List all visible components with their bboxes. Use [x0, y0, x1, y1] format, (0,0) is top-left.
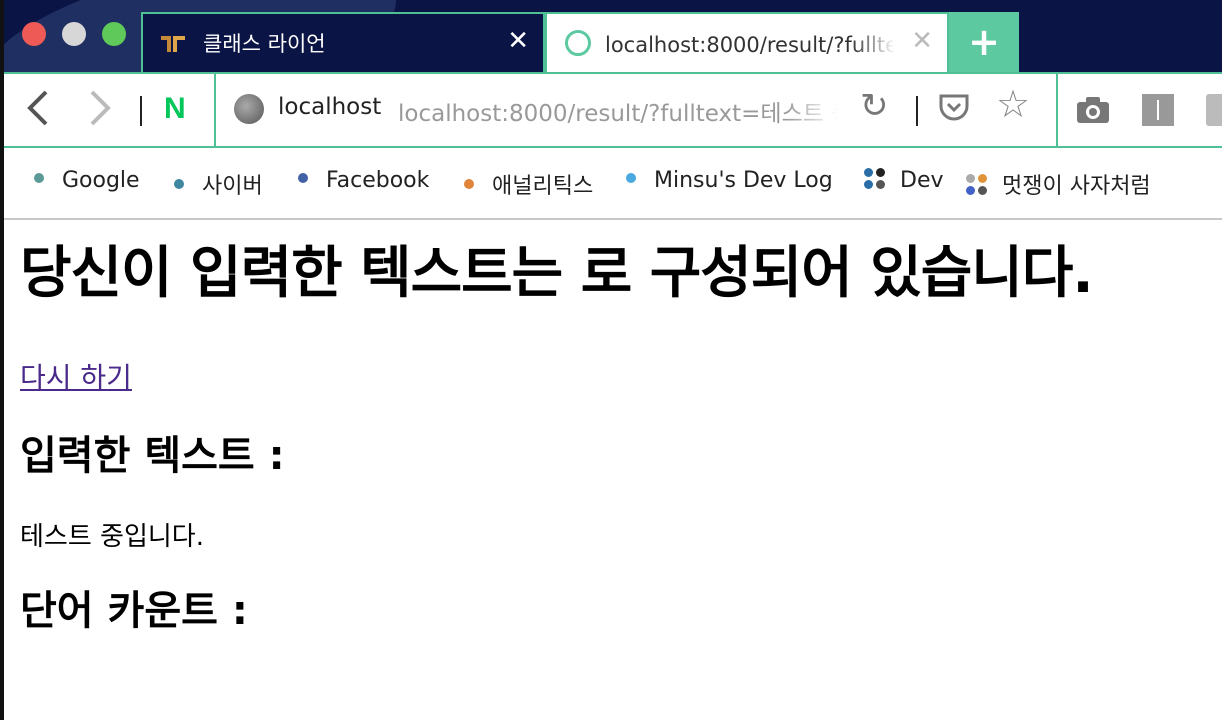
bookmark-facebook[interactable]: Facebook — [298, 168, 429, 193]
folder-grid-icon — [864, 168, 886, 190]
bookmark-dot-icon — [174, 179, 184, 189]
bookmark-label: Google — [62, 168, 140, 193]
bookmark-cyber[interactable]: 사이버 — [174, 168, 263, 200]
back-button[interactable] — [24, 88, 50, 135]
chevron-right-icon — [90, 90, 111, 126]
site-info-icon[interactable] — [234, 94, 264, 124]
folder-grid-icon — [966, 174, 988, 196]
toolbar-divider — [140, 96, 142, 126]
navigation-bar: N localhost localhost:8000/result/?fullt… — [0, 72, 1222, 148]
bookmark-label: 애널리틱스 — [492, 174, 594, 199]
tab-bar: 클래스 라이언 ✕ localhost:8000/result/?fulltex… — [0, 0, 1222, 72]
tab-close-icon[interactable]: ✕ — [507, 26, 529, 56]
tab-title: localhost:8000/result/?fulltext=테스트 중입니다… — [605, 33, 895, 57]
tab-title: 클래스 라이언 — [203, 32, 326, 56]
extension-icon[interactable] — [1206, 94, 1222, 126]
tab-close-icon[interactable]: ✕ — [911, 26, 933, 56]
url-text[interactable]: localhost:8000/result/?fulltext=테스트 중입니다… — [398, 94, 838, 128]
forward-button[interactable] — [88, 88, 114, 135]
class-lion-favicon-icon — [161, 36, 185, 52]
chevron-left-icon — [27, 90, 48, 126]
new-tab-button[interactable]: + — [949, 12, 1019, 72]
reload-icon[interactable]: ↻ — [860, 86, 889, 126]
bookmark-label: Dev — [900, 168, 944, 193]
window-edge — [0, 0, 4, 720]
bookmark-label: 사이버 — [202, 174, 263, 199]
bookmark-dot-icon — [298, 173, 308, 183]
tab-localhost-result[interactable]: localhost:8000/result/?fulltext=테스트 중입니다… — [545, 12, 949, 72]
bookmark-label: Facebook — [326, 168, 430, 193]
bookmark-label: Minsu's Dev Log — [654, 168, 833, 193]
naver-logo-button[interactable]: N — [164, 94, 192, 124]
text-cursor-icon[interactable] — [1142, 94, 1174, 126]
bookmark-dot-icon — [464, 179, 474, 189]
bookmarks-bar: Google 사이버 Facebook 애널리틱스 Minsu's Dev Lo… — [0, 148, 1222, 220]
address-bar[interactable]: localhost localhost:8000/result/?fulltex… — [214, 72, 1058, 148]
bookmark-analytics[interactable]: 애널리틱스 — [464, 168, 593, 200]
page-title: 당신이 입력한 텍스트는 로 구성되어 있습니다. — [20, 241, 1094, 306]
retry-link[interactable]: 다시 하기 — [20, 356, 132, 396]
pocket-icon[interactable] — [938, 92, 970, 124]
bookmark-folder-likelion[interactable]: 멋쟁이 사자처럼 — [966, 168, 1151, 200]
url-host: localhost — [278, 94, 382, 120]
bookmark-folder-dev[interactable]: Dev — [864, 168, 944, 193]
bookmark-dot-icon — [34, 173, 44, 183]
input-text-heading: 입력한 텍스트 : — [20, 433, 285, 479]
bookmark-star-icon[interactable]: ☆ — [996, 84, 1030, 124]
loading-ring-icon — [565, 30, 591, 56]
close-window-button[interactable] — [22, 22, 46, 46]
toolbar-divider — [916, 96, 918, 126]
tab-class-lion[interactable]: 클래스 라이언 ✕ — [141, 12, 545, 72]
bookmark-label: 멋쟁이 사자처럼 — [1002, 174, 1151, 199]
page-content: 당신이 입력한 텍스트는 로 구성되어 있습니다. 다시 하기 입력한 텍스트 … — [20, 222, 1210, 635]
word-count-heading: 단어 카운트 : — [20, 588, 248, 634]
minimize-window-button[interactable] — [62, 22, 86, 46]
camera-icon[interactable] — [1076, 96, 1110, 124]
bookmark-dot-icon — [626, 173, 636, 183]
bookmark-minsu-dev-log[interactable]: Minsu's Dev Log — [626, 168, 833, 193]
bookmark-google[interactable]: Google — [34, 168, 140, 193]
input-text-value: 테스트 중입니다. — [20, 522, 204, 552]
maximize-window-button[interactable] — [102, 22, 126, 46]
